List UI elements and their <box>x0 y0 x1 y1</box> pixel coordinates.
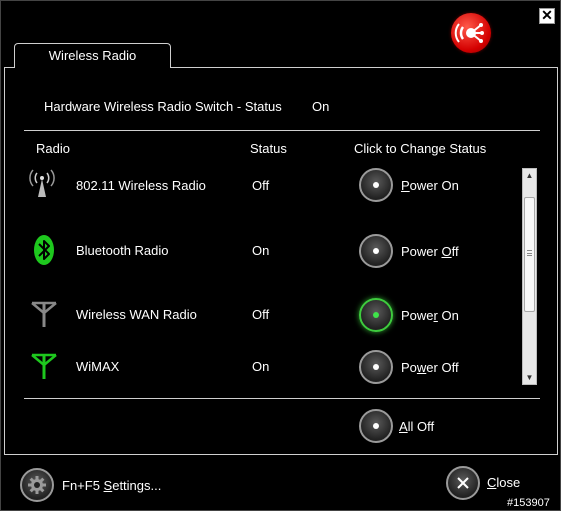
radio-status: Off <box>252 307 270 322</box>
close-label[interactable]: Close <box>487 475 520 490</box>
column-header-action: Click to Change Status <box>354 141 487 156</box>
button-indicator-dot <box>373 312 379 318</box>
all-off-label[interactable]: All Off <box>399 419 434 434</box>
power-toggle-button[interactable] <box>359 168 393 202</box>
settings-label[interactable]: Fn+F5 Settings... <box>62 478 161 493</box>
hardware-switch-status: On <box>312 99 330 114</box>
button-indicator-dot <box>373 423 379 429</box>
window-close-button[interactable]: ✕ <box>539 8 555 24</box>
scroll-grip-icon <box>527 250 532 256</box>
power-toggle-button[interactable] <box>359 234 393 268</box>
close-icon <box>457 477 469 489</box>
button-indicator-dot <box>373 182 379 188</box>
wwan-antenna-icon <box>29 299 57 329</box>
scroll-up-arrow-icon[interactable]: ▲ <box>523 170 536 182</box>
power-toggle-button[interactable] <box>359 350 393 384</box>
radio-row-wimax: WiMAX On Power Off <box>25 343 525 393</box>
tab-wireless-radio[interactable]: Wireless Radio <box>14 43 171 68</box>
divider-bottom <box>24 398 540 399</box>
scroll-down-arrow-icon[interactable]: ▼ <box>523 372 536 384</box>
radio-status: On <box>252 243 270 258</box>
gear-icon <box>28 476 46 494</box>
radio-name: Bluetooth Radio <box>76 243 169 258</box>
radio-row-bluetooth: Bluetooth Radio On Power Off <box>25 226 525 276</box>
button-indicator-dot <box>373 364 379 370</box>
button-indicator-dot <box>373 248 379 254</box>
power-toggle-button-active[interactable] <box>359 298 393 332</box>
power-toggle-label[interactable]: Power Off <box>401 360 459 375</box>
brand-logo-icon <box>451 13 491 53</box>
settings-button[interactable] <box>20 468 54 502</box>
power-toggle-label[interactable]: Power Off <box>401 244 459 259</box>
radio-name: Wireless WAN Radio <box>76 307 197 322</box>
all-off-button[interactable] <box>359 409 393 443</box>
scrollbar-thumb[interactable] <box>524 197 535 312</box>
watermark-id: #153907 <box>507 497 550 509</box>
radio-row-wwan: Wireless WAN Radio Off Power On <box>25 291 525 341</box>
close-button[interactable] <box>446 466 480 500</box>
wireless-radio-window: ✕ Wireless Radio Hardware Wireless Radio… <box>0 0 561 511</box>
column-header-status: Status <box>250 141 287 156</box>
radio-row-80211: 802.11 Wireless Radio Off Power On <box>25 161 525 211</box>
radio-name: WiMAX <box>76 359 120 374</box>
power-toggle-label[interactable]: Power On <box>401 308 459 323</box>
wimax-antenna-icon <box>29 351 57 381</box>
radio-name: 802.11 Wireless Radio <box>76 178 206 193</box>
divider-top <box>24 130 540 131</box>
power-toggle-label[interactable]: Power On <box>401 178 459 193</box>
radio-status: Off <box>252 178 270 193</box>
bluetooth-icon <box>33 234 59 265</box>
tab-label: Wireless Radio <box>48 48 137 63</box>
radio-list-scrollbar[interactable]: ▲ ▼ <box>522 168 537 385</box>
radio-status: On <box>252 359 270 374</box>
column-header-radio: Radio <box>36 141 70 156</box>
wifi-antenna-icon <box>29 169 55 199</box>
hardware-switch-label: Hardware Wireless Radio Switch - Status <box>44 99 282 114</box>
